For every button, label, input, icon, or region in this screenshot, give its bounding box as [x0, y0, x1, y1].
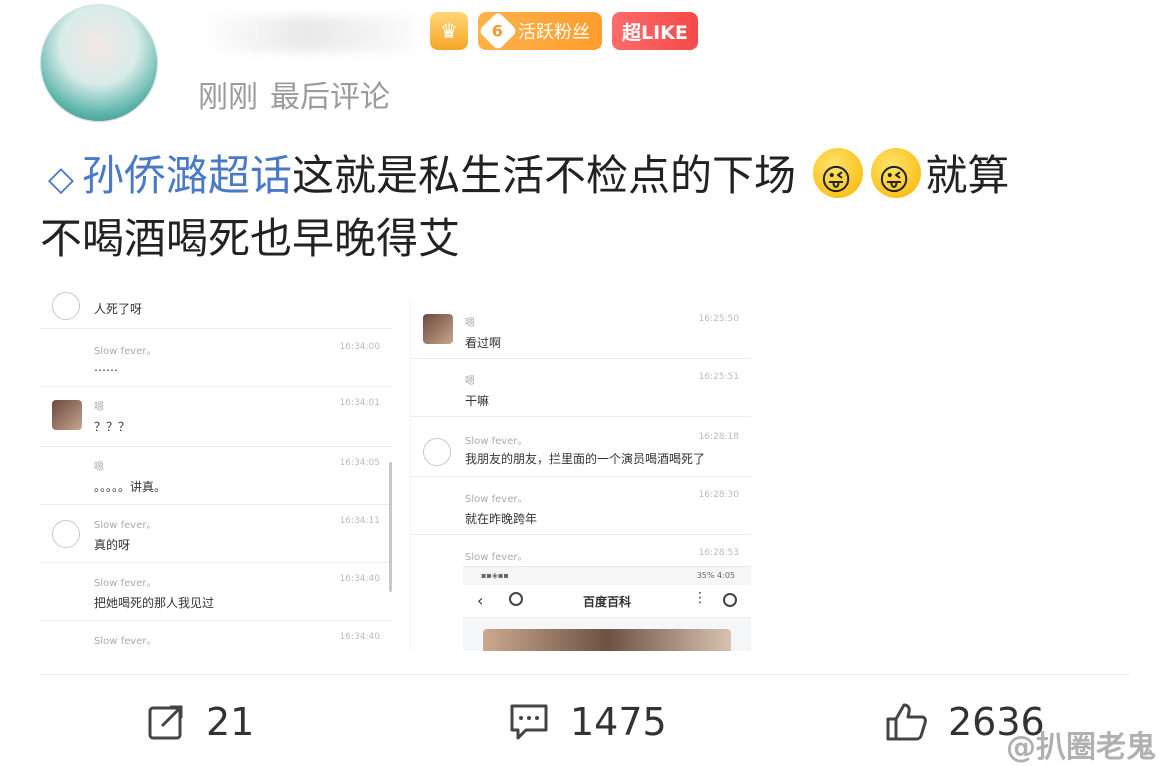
share-count: 21: [206, 700, 255, 744]
username-blurred[interactable]: [198, 16, 416, 52]
thumbs-up-icon: [886, 703, 927, 741]
topic-diamond-icon: ◇: [47, 159, 75, 199]
sender-name: Slow fever。: [94, 346, 157, 357]
watermark: @扒圈老鬼: [1006, 730, 1156, 765]
browser-title: 百度百科: [582, 595, 631, 609]
user-badges: ♛ 6 活跃粉丝 超LIKE: [430, 11, 698, 51]
message-time: 16:28:18: [698, 432, 739, 442]
message-text: 把她喝死的那人我见过: [94, 596, 215, 610]
share-button[interactable]: 21: [146, 700, 254, 744]
sender-name: Slow fever。: [94, 520, 157, 531]
message-time: 16:34:05: [339, 458, 380, 468]
chat-screenshot-right[interactable]: 嗯 16:25:50 看过啊 嗯 16:25:51 干嘛 Slow fever。…: [410, 300, 751, 651]
sender-name: 嗯: [94, 402, 104, 413]
fan-badge-label: 活跃粉丝: [518, 22, 590, 43]
message-time: 16:34:00: [339, 342, 380, 352]
chat-message: 嗯 16:25:50 看过啊: [411, 300, 751, 359]
chat-message: Slow fever。 16:34:00 ……: [40, 330, 392, 387]
last-comment-label: 最后评论: [270, 80, 390, 115]
avatar[interactable]: [40, 4, 158, 122]
message-text: 就在昨晚跨年: [465, 512, 538, 526]
post-meta: 刚刚 最后评论: [198, 72, 390, 116]
message-text: 干嘛: [465, 394, 490, 408]
chat-message: Slow fever。 16:28:18 我朋友的朋友，拦里面的一个演员喝酒喝死…: [411, 418, 751, 477]
sender-name: Slow fever。: [94, 636, 157, 647]
phone-status-bar: ▪▪◈▪▪ 35% 4:05: [481, 571, 735, 580]
more-vertical-icon[interactable]: ⋮: [693, 590, 707, 606]
sender-name: Slow fever。: [94, 578, 157, 589]
post-text-1: 这就是私生活不检点的下场: [292, 151, 797, 200]
topic-link[interactable]: 孙侨潞超话: [82, 151, 292, 200]
sender-name: 嗯: [465, 318, 475, 329]
user-avatar: [423, 314, 453, 344]
message-text: ……: [94, 360, 118, 374]
tongue-wink-emoji-icon: [871, 148, 922, 211]
browser-nav: ‹ 百度百科 ⋮: [463, 585, 751, 618]
share-icon: [148, 705, 183, 740]
message-text: 。。。。。讲真。: [94, 480, 167, 494]
chat-message: 人死了呀: [40, 282, 392, 329]
super-like-badge[interactable]: 超LIKE: [612, 12, 698, 50]
post-text-3: 不喝酒喝死也早晚得艾: [40, 214, 461, 263]
fan-level-icon: 6: [478, 11, 518, 51]
chat-message: Slow fever。 16:34:40 把她喝死的那人我见过: [40, 564, 392, 621]
default-avatar-icon: [52, 520, 80, 548]
fan-badge[interactable]: 6 活跃粉丝: [478, 11, 602, 51]
comment-count: 1475: [570, 700, 667, 744]
chat-message: Slow fever。 16:28:53: [411, 536, 751, 566]
status-icons: ▪▪◈▪▪: [481, 571, 509, 580]
article-image: [483, 629, 731, 651]
post-content: ◇孙侨潞超话这就是私生活不检点的下场 就算 不喝酒喝死也早晚得艾: [40, 146, 1120, 269]
comment-icon: [510, 704, 548, 740]
tongue-wink-emoji-icon: [813, 148, 864, 211]
message-time: 16:28:30: [698, 490, 739, 500]
divider: [40, 674, 1130, 675]
sender-name: 嗯: [465, 376, 475, 387]
shared-browser-card[interactable]: ▪▪◈▪▪ 35% 4:05 ‹ 百度百科 ⋮: [463, 566, 751, 651]
crown-badge-icon: ♛: [430, 12, 468, 50]
message-time: 16:25:51: [698, 372, 739, 382]
chat-message: Slow fever。 16:34:11 真的呀: [40, 506, 392, 563]
message-time: 16:34:40: [339, 632, 380, 642]
post-text-2: 就算: [925, 151, 1010, 200]
message-time: 16:34:40: [339, 574, 380, 584]
post-time: 刚刚: [198, 80, 258, 115]
chat-message: 嗯 16:34:01 ？？？: [40, 388, 392, 447]
default-avatar-icon: [423, 438, 451, 466]
status-right: 35% 4:05: [696, 571, 735, 580]
message-time: 16:34:11: [339, 516, 380, 526]
user-avatar: [52, 400, 82, 430]
message-text: 我朋友的朋友，拦里面的一个演员喝酒喝死了: [465, 452, 706, 466]
default-avatar-icon: [52, 292, 80, 320]
sender-name: 嗯: [94, 462, 104, 473]
chat-message: Slow fever。 16:28:30 就在昨晚跨年: [411, 478, 751, 535]
chat-message: 嗯 16:34:05 。。。。。讲真。: [40, 448, 392, 505]
message-time: 16:34:01: [339, 398, 380, 408]
message-text: 人死了呀: [94, 302, 143, 316]
close-circle-icon[interactable]: [723, 593, 737, 607]
sender-name: Slow fever。: [465, 552, 528, 563]
chat-screenshot-left[interactable]: 人死了呀 Slow fever。 16:34:00 …… 嗯 16:34:01 …: [40, 282, 392, 650]
chat-message: Slow fever。 16:34:40: [40, 622, 392, 650]
scrollbar: [389, 462, 392, 592]
sender-name: Slow fever。: [465, 436, 528, 447]
message-time: 16:28:53: [698, 548, 739, 558]
sender-name: Slow fever。: [465, 494, 528, 505]
message-text: 看过啊: [465, 336, 502, 350]
message-text: ？？？: [94, 420, 131, 434]
comment-button[interactable]: 1475: [508, 700, 667, 744]
chat-message: 嗯 16:25:51 干嘛: [411, 360, 751, 417]
message-text: 真的呀: [94, 538, 131, 552]
message-time: 16:25:50: [698, 314, 739, 324]
